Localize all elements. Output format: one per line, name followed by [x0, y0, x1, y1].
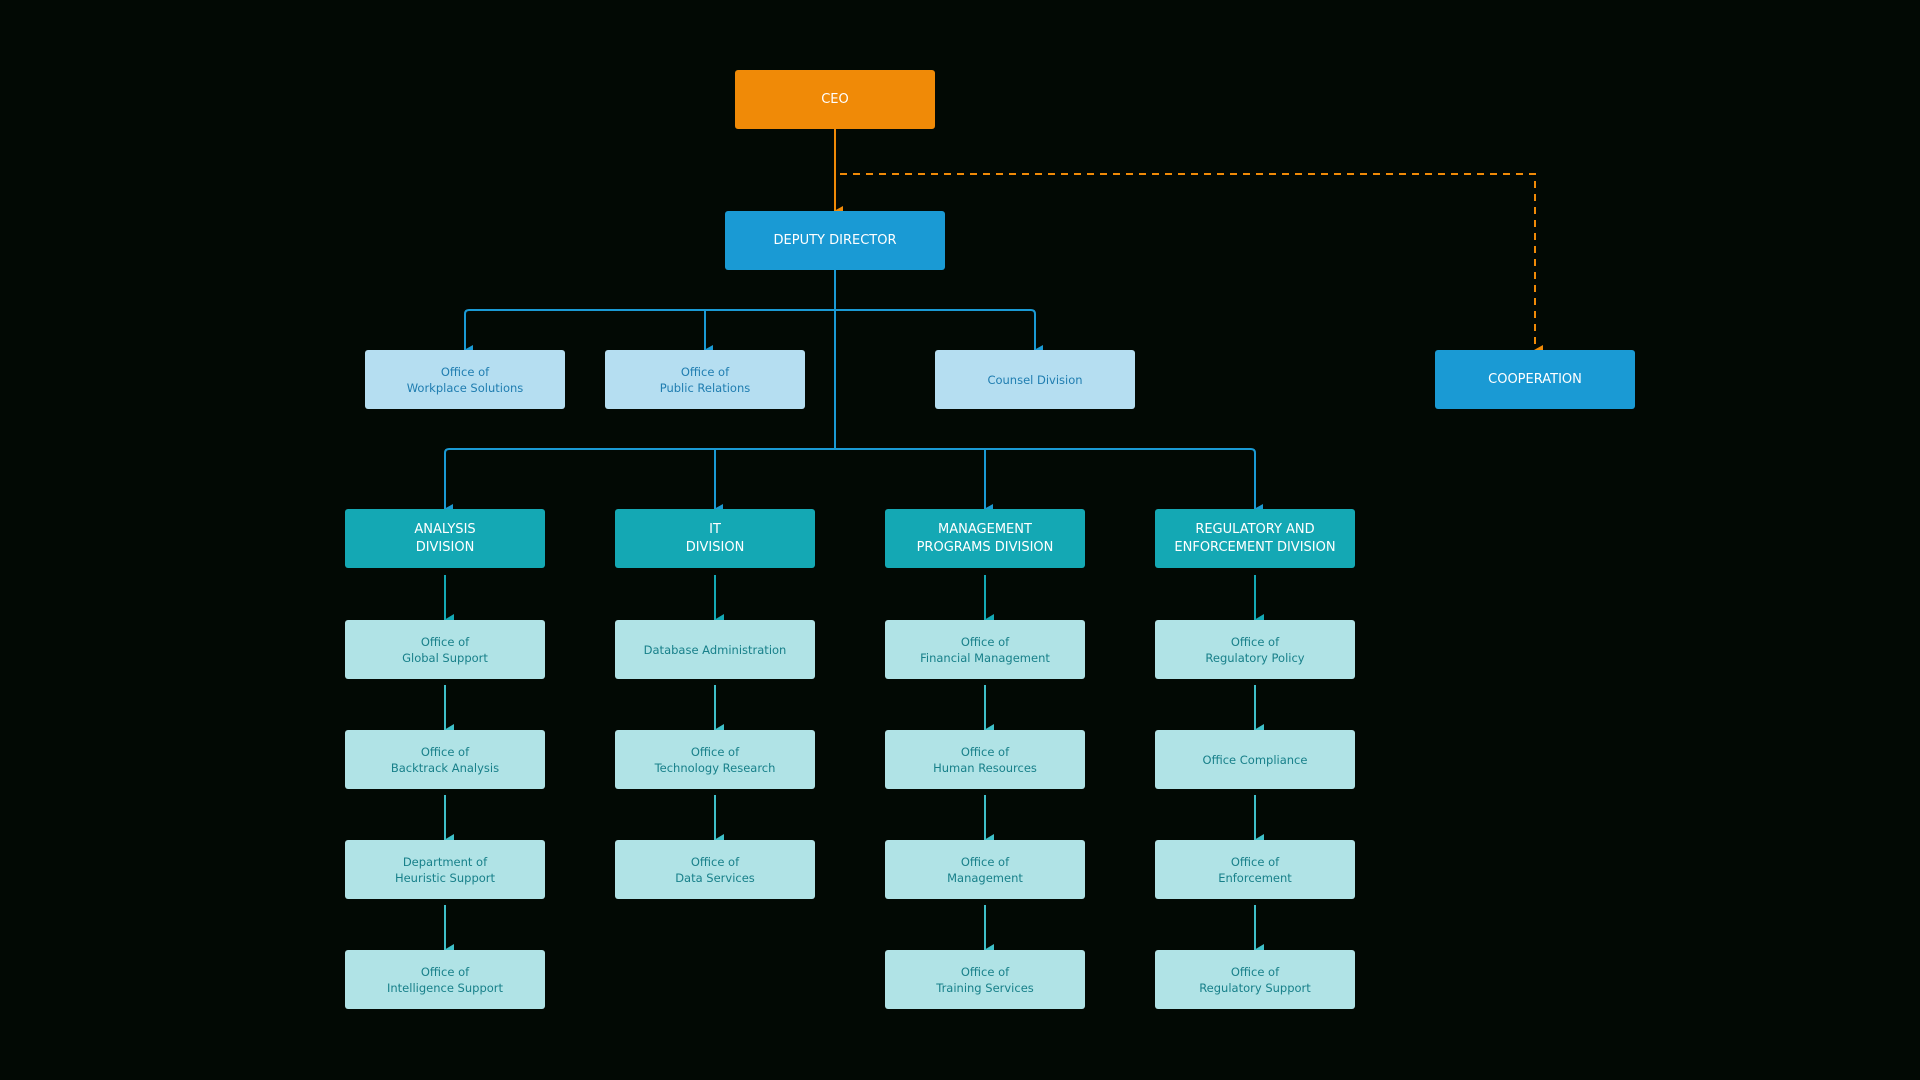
node-compliance[interactable]: Office Compliance — [1155, 730, 1355, 789]
node-data-services[interactable]: Office of Data Services — [615, 840, 815, 899]
node-global-support[interactable]: Office of Global Support — [345, 620, 545, 679]
node-enforcement[interactable]: Office of Enforcement — [1155, 840, 1355, 899]
node-public-relations[interactable]: Office of Public Relations — [605, 350, 805, 409]
node-financial[interactable]: Office of Financial Management — [885, 620, 1085, 679]
node-database[interactable]: Database Administration — [615, 620, 815, 679]
node-ceo[interactable]: CEO — [735, 70, 935, 129]
node-regulatory[interactable]: REGULATORY AND ENFORCEMENT DIVISION — [1155, 509, 1355, 568]
node-training[interactable]: Office of Training Services — [885, 950, 1085, 1009]
node-office-management[interactable]: Office of Management — [885, 840, 1085, 899]
node-tech-research[interactable]: Office of Technology Research — [615, 730, 815, 789]
node-it[interactable]: IT DIVISION — [615, 509, 815, 568]
node-deputy[interactable]: DEPUTY DIRECTOR — [725, 211, 945, 270]
node-management[interactable]: MANAGEMENT PROGRAMS DIVISION — [885, 509, 1085, 568]
node-heuristic[interactable]: Department of Heuristic Support — [345, 840, 545, 899]
node-reg-policy[interactable]: Office of Regulatory Policy — [1155, 620, 1355, 679]
node-counsel[interactable]: Counsel Division — [935, 350, 1135, 409]
node-analysis[interactable]: ANALYSIS DIVISION — [345, 509, 545, 568]
node-backtrack[interactable]: Office of Backtrack Analysis — [345, 730, 545, 789]
node-cooperation[interactable]: COOPERATION — [1435, 350, 1635, 409]
node-workplace[interactable]: Office of Workplace Solutions — [365, 350, 565, 409]
node-intelligence[interactable]: Office of Intelligence Support — [345, 950, 545, 1009]
node-human-resources[interactable]: Office of Human Resources — [885, 730, 1085, 789]
node-reg-support[interactable]: Office of Regulatory Support — [1155, 950, 1355, 1009]
